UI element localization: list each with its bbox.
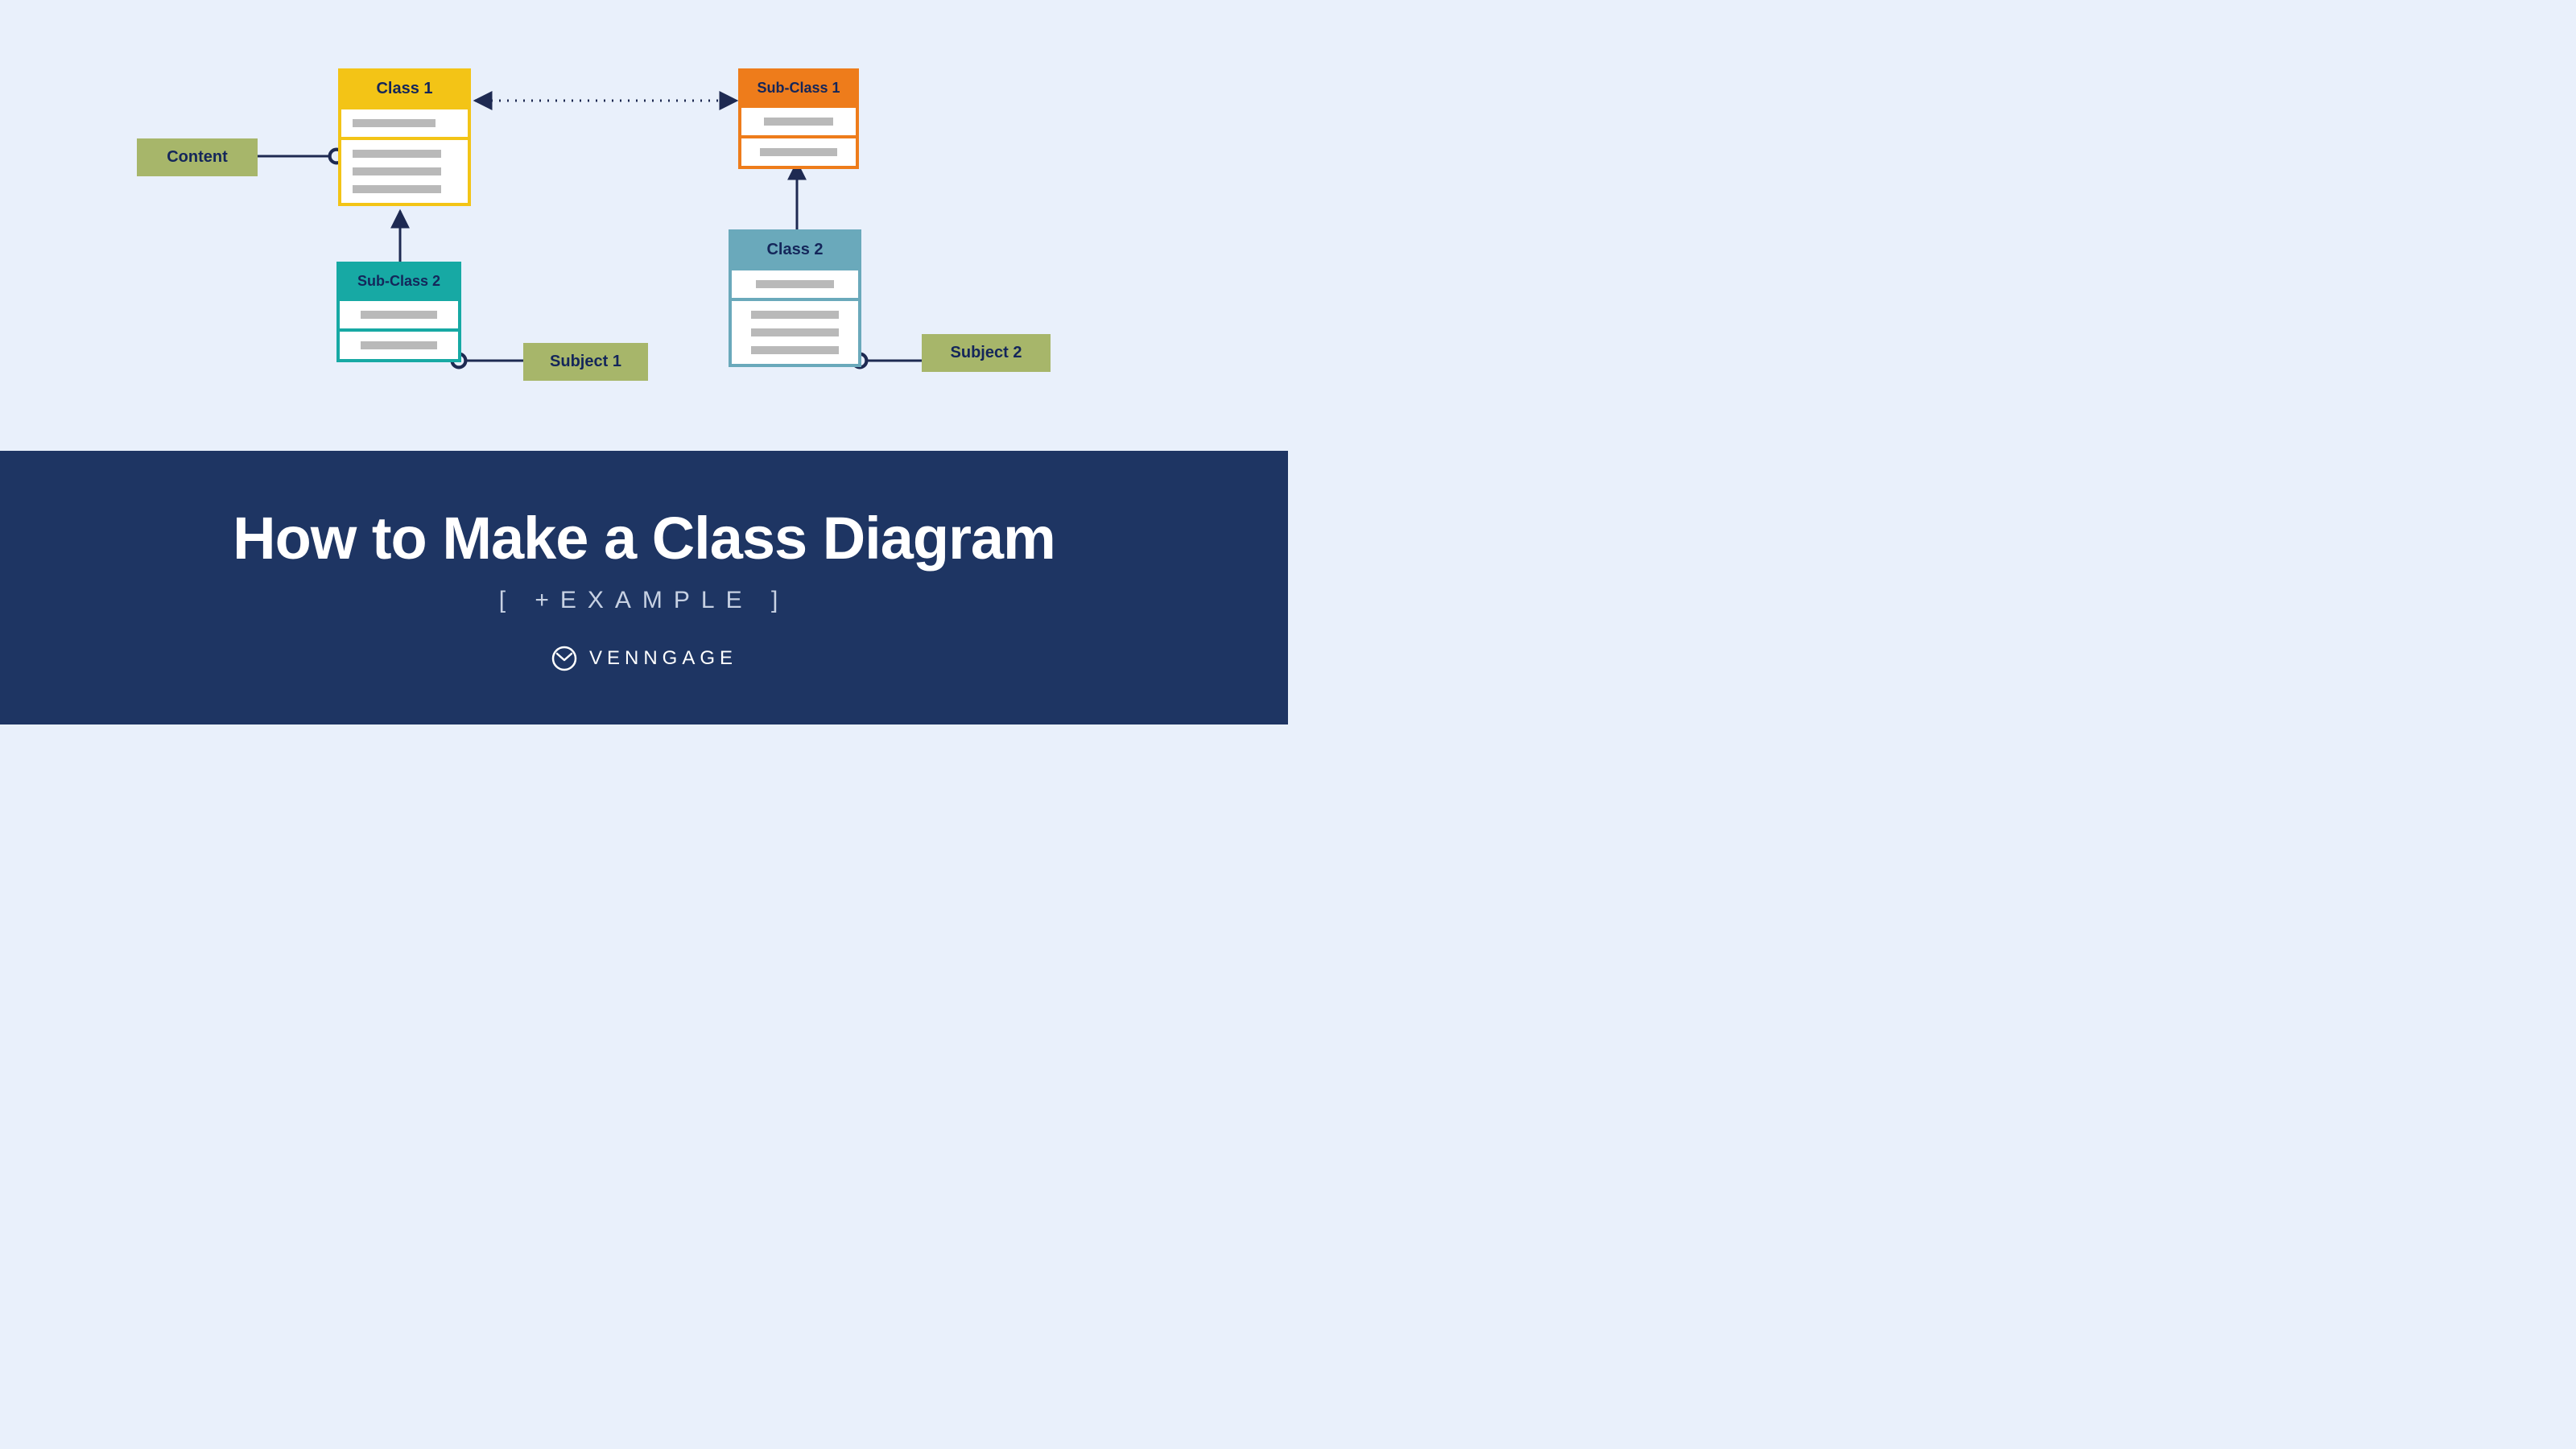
class-title: Class 2 xyxy=(732,233,858,267)
placeholder-bar xyxy=(353,167,441,175)
placeholder-bar xyxy=(764,118,833,126)
placeholder-bar xyxy=(756,280,834,288)
canvas: Class 1 Sub-Class 1 Sub-Class 2 xyxy=(0,0,1288,724)
placeholder-bar xyxy=(361,341,437,349)
connectors-layer xyxy=(0,0,1288,451)
class-attributes xyxy=(341,106,468,137)
class-box-subclass2: Sub-Class 2 xyxy=(336,262,461,362)
note-subject2: Subject 2 xyxy=(922,334,1051,372)
class-methods xyxy=(732,298,858,364)
note-content: Content xyxy=(137,138,258,176)
placeholder-bar xyxy=(353,119,436,127)
class-box-class2: Class 2 xyxy=(729,229,861,367)
brand: VENNGAGE xyxy=(551,645,737,672)
class-attributes xyxy=(732,267,858,298)
class-box-subclass1: Sub-Class 1 xyxy=(738,68,859,169)
class-methods xyxy=(341,137,468,203)
clock-icon xyxy=(551,645,578,672)
page-title: How to Make a Class Diagram xyxy=(233,504,1055,572)
class-title: Sub-Class 2 xyxy=(340,265,458,298)
note-subject1: Subject 1 xyxy=(523,343,648,381)
placeholder-bar xyxy=(760,148,838,156)
class-box-class1: Class 1 xyxy=(338,68,471,206)
placeholder-bar xyxy=(361,311,437,319)
footer: How to Make a Class Diagram [ +EXAMPLE ]… xyxy=(0,451,1288,724)
class-attributes xyxy=(340,298,458,328)
placeholder-bar xyxy=(751,311,840,319)
class-title: Sub-Class 1 xyxy=(741,72,856,105)
brand-label: VENNGAGE xyxy=(589,647,737,670)
placeholder-bar xyxy=(353,150,441,158)
class-attributes xyxy=(741,105,856,135)
class-title: Class 1 xyxy=(341,72,468,106)
placeholder-bar xyxy=(751,328,840,336)
class-methods xyxy=(741,135,856,166)
page-subtitle: [ +EXAMPLE ] xyxy=(499,587,790,614)
placeholder-bar xyxy=(353,185,441,193)
placeholder-bar xyxy=(751,346,840,354)
class-methods xyxy=(340,328,458,359)
diagram-area: Class 1 Sub-Class 1 Sub-Class 2 xyxy=(0,0,1288,451)
